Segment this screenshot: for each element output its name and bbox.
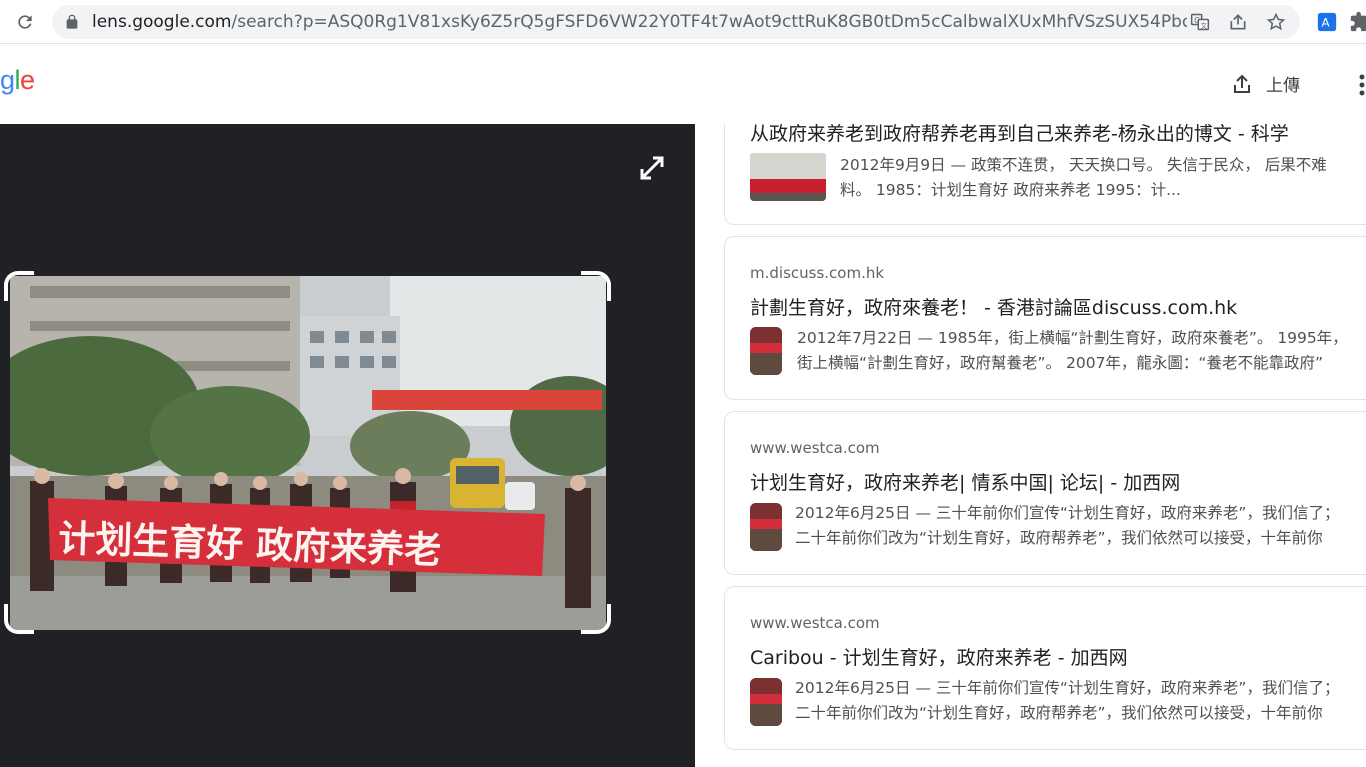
crop-handle-bottom-right[interactable]	[581, 604, 611, 634]
crop-handle-top-left[interactable]	[4, 271, 34, 301]
browser-toolbar: lens.google.com/search?p=ASQ0Rg1V81xsKy6…	[0, 0, 1366, 44]
address-bar[interactable]: lens.google.com/search?p=ASQ0Rg1V81xsKy6…	[52, 5, 1300, 39]
result-title[interactable]: 从政府来养老到政府帮养老再到自己来养老-杨永出的博文 - 科学	[750, 124, 1289, 146]
upload-icon	[1234, 74, 1250, 93]
result-card[interactable]: m.discuss.com.hk 計劃生育好，政府來養老！ - 香港討論區dis…	[724, 236, 1366, 400]
result-title[interactable]: 计划生育好，政府来养老| 情系中国| 论坛| - 加西网	[750, 468, 1180, 495]
result-thumbnail	[750, 153, 826, 201]
crop-handle-bottom-left[interactable]	[4, 604, 34, 634]
image-viewer: 计划生育好 政府来养老	[0, 124, 695, 767]
url-path: /search?p=ASQ0Rg1V81xsKy6Z5rQ5gFSFD6VW22…	[231, 12, 1188, 32]
star-icon[interactable]	[1264, 10, 1288, 34]
result-title[interactable]: Caribou - 计划生育好，政府来养老 - 加西网	[750, 643, 1128, 670]
google-logo[interactable]: gle	[0, 65, 35, 96]
logo-letter-g: g	[0, 65, 15, 95]
puzzle-icon[interactable]	[1346, 8, 1366, 36]
searched-photo[interactable]: 计划生育好 政府来养老	[10, 276, 606, 630]
result-thumbnail	[750, 678, 782, 726]
result-title[interactable]: 計劃生育好，政府來養老！ - 香港討論區discuss.com.hk	[750, 293, 1237, 320]
url-host: lens.google.com	[92, 12, 232, 32]
result-site: www.westca.com	[750, 439, 880, 457]
result-card[interactable]: www.westca.com 计划生育好，政府来养老| 情系中国| 论坛| - …	[724, 411, 1366, 575]
result-thumbnail	[750, 327, 782, 375]
result-site: m.discuss.com.hk	[750, 264, 885, 282]
svg-text:文: 文	[1200, 21, 1207, 30]
crop-handle-top-right[interactable]	[581, 271, 611, 301]
results-panel: 从政府来养老到政府帮养老再到自己来养老-杨永出的博文 - 科学 2012年9月9…	[695, 124, 1366, 767]
result-snippet-line: 2012年6月25日 — 三十年前你们宣传“计划生育好，政府来养老”，我们信了；	[795, 679, 1340, 697]
lens-header: gle 上傳	[0, 45, 1366, 124]
logo-letter-e: e	[20, 65, 35, 95]
upload-button[interactable]: 上傳	[1230, 71, 1300, 96]
result-card[interactable]: www.westca.com Caribou - 计划生育好，政府来养老 - 加…	[724, 586, 1366, 750]
result-snippet-line: 2012年7月22日 — 1985年，街上横幅“計劃生育好，政府來養老”。 19…	[797, 329, 1348, 347]
result-snippet-line: 料。 1985：计划生育好 政府来养老 1995：计...	[840, 181, 1181, 199]
street-protest-photo: 计划生育好 政府来养老	[10, 276, 606, 630]
result-site: www.westca.com	[750, 614, 880, 632]
expand-icon[interactable]	[638, 154, 666, 182]
result-thumbnail	[750, 503, 782, 551]
result-snippet-line: 2012年6月25日 — 三十年前你们宣传“计划生育好，政府来养老”，我们信了；	[795, 504, 1340, 522]
result-card[interactable]: 从政府来养老到政府帮养老再到自己来养老-杨永出的博文 - 科学 2012年9月9…	[724, 124, 1366, 225]
result-snippet-line: 二十年前你们改为“计划生育好，政府帮养老”，我们依然可以接受，十年前你	[795, 704, 1323, 722]
url-text[interactable]: lens.google.com/search?p=ASQ0Rg1V81xsKy6…	[92, 12, 1187, 32]
lock-icon[interactable]	[64, 14, 80, 30]
reload-icon[interactable]	[12, 9, 38, 35]
result-snippet-line: 二十年前你们改为“计划生育好，政府帮养老”，我们依然可以接受，十年前你	[795, 529, 1323, 547]
result-snippet-line: 2012年9月9日 — 政策不连贯， 天天换口号。 失信于民众， 后果不难	[840, 156, 1327, 174]
svg-text:A: A	[1322, 16, 1331, 30]
translate-icon[interactable]: G文	[1188, 10, 1212, 34]
result-snippet-line: 街上横幅“計劃生育好，政府幫養老”。 2007年，龍永圖：“養老不能靠政府”	[797, 354, 1323, 372]
more-options-icon[interactable]	[1352, 71, 1366, 99]
upload-label: 上傳	[1266, 76, 1300, 96]
extension-icon[interactable]: A	[1313, 8, 1341, 36]
share-icon[interactable]	[1226, 10, 1250, 34]
